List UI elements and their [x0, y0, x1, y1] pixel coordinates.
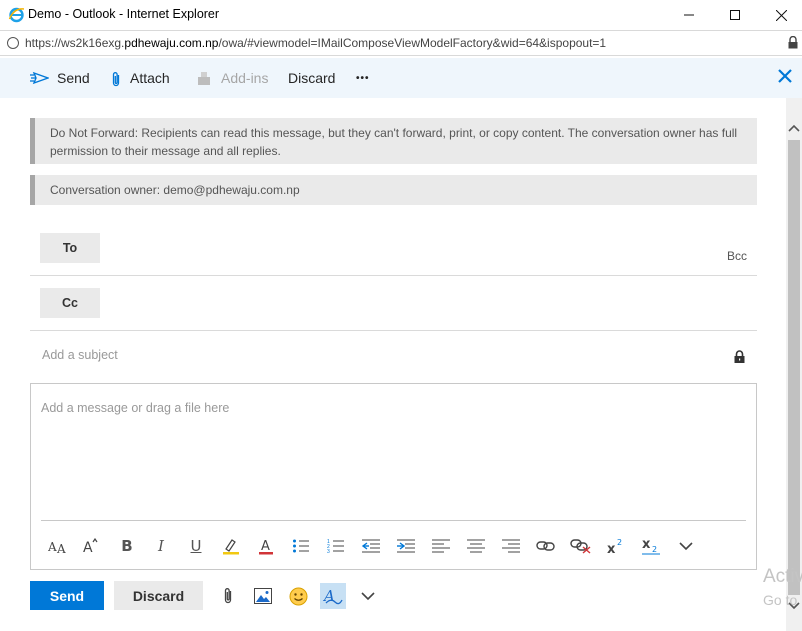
address-url[interactable]: https://ws2k16exg.pdhewaju.com.np/owa/#v… — [25, 36, 606, 50]
send-icon — [30, 71, 49, 85]
attach-command[interactable]: Attach — [110, 58, 170, 98]
subject-row — [30, 331, 757, 383]
numbering-icon[interactable]: 123 — [324, 534, 348, 558]
activation-watermark-line2: Go to — [763, 592, 798, 608]
message-body[interactable]: Add a message or drag a file here AA A B… — [30, 383, 757, 570]
maximize-icon — [730, 10, 740, 20]
svg-text:x: x — [642, 537, 651, 552]
svg-text:A: A — [83, 540, 93, 554]
cc-row[interactable]: Cc — [30, 276, 757, 331]
close-compose-button[interactable] — [778, 69, 792, 88]
command-bar: Send Attach Add-ins Discard ••• — [0, 58, 802, 98]
svg-text:A: A — [56, 542, 66, 554]
secure-lock-icon[interactable] — [788, 35, 798, 54]
window-title: Demo - Outlook - Internet Explorer — [28, 7, 220, 21]
lock-icon — [734, 350, 745, 368]
address-bar[interactable]: https://ws2k16exg.pdhewaju.com.np/owa/#v… — [0, 30, 802, 56]
increase-indent-icon[interactable] — [394, 534, 418, 558]
activation-watermark-line1: Activ — [763, 566, 802, 587]
underline-icon[interactable]: U — [184, 534, 208, 558]
svg-text:A: A — [323, 587, 335, 605]
insert-picture-icon[interactable] — [250, 583, 276, 609]
italic-icon[interactable]: I — [149, 534, 173, 558]
paperclip-icon — [110, 70, 122, 87]
emoji-icon[interactable] — [285, 583, 311, 609]
do-not-forward-notice: Do Not Forward: Recipients can read this… — [30, 118, 757, 164]
scrollbar-thumb[interactable] — [788, 140, 800, 595]
addins-command[interactable]: Add-ins — [196, 58, 268, 98]
message-body-placeholder: Add a message or drag a file here — [41, 401, 230, 415]
align-left-icon[interactable] — [429, 534, 453, 558]
svg-text:A: A — [261, 539, 270, 554]
more-options-command[interactable]: ••• — [356, 58, 370, 98]
page-loading-icon — [7, 37, 19, 49]
more-options-chevron-icon[interactable] — [355, 583, 381, 609]
subject-input[interactable] — [42, 348, 682, 362]
discard-button[interactable]: Discard — [114, 581, 203, 610]
formatting-options-icon[interactable]: A — [320, 583, 346, 609]
grow-font-icon[interactable]: A — [79, 534, 103, 558]
window-title-bar: Demo - Outlook - Internet Explorer — [0, 0, 802, 30]
highlight-icon[interactable] — [219, 534, 243, 558]
minimize-icon — [684, 14, 694, 16]
subscript-icon[interactable]: x2 — [639, 534, 663, 558]
bcc-link[interactable]: Bcc — [727, 249, 747, 263]
more-formatting-chevron-icon[interactable] — [674, 534, 698, 558]
internet-explorer-icon — [8, 6, 25, 23]
format-toolbar-divider — [41, 520, 746, 521]
superscript-icon[interactable]: x2 — [604, 534, 628, 558]
to-button[interactable]: To — [40, 233, 100, 263]
cc-button[interactable]: Cc — [40, 288, 100, 318]
align-right-icon[interactable] — [499, 534, 523, 558]
svg-text:A: A — [48, 540, 57, 554]
svg-text:2: 2 — [652, 545, 657, 554]
conversation-owner-notice: Conversation owner: demo@pdhewaju.com.np — [30, 175, 757, 205]
bullets-icon[interactable] — [289, 534, 313, 558]
insert-link-icon[interactable] — [534, 534, 558, 558]
discard-command[interactable]: Discard — [288, 58, 335, 98]
close-window-button[interactable] — [758, 0, 802, 30]
font-color-icon[interactable]: A — [254, 534, 278, 558]
svg-text:2: 2 — [617, 538, 622, 547]
font-size-icon[interactable]: AA — [46, 534, 70, 558]
maximize-button[interactable] — [712, 0, 758, 30]
scroll-up-arrow-icon[interactable] — [788, 120, 800, 138]
close-x-icon — [778, 69, 792, 83]
svg-text:x: x — [607, 542, 616, 554]
decrease-indent-icon[interactable] — [359, 534, 383, 558]
minimize-button[interactable] — [666, 0, 712, 30]
close-icon — [775, 9, 787, 21]
bold-icon[interactable]: B — [115, 534, 139, 558]
addins-icon — [196, 70, 213, 87]
send-command[interactable]: Send — [30, 58, 90, 98]
to-row[interactable]: To Bcc — [30, 221, 757, 276]
attach-file-paperclip-icon[interactable] — [215, 583, 241, 609]
align-center-icon[interactable] — [464, 534, 488, 558]
send-button[interactable]: Send — [30, 581, 104, 610]
remove-link-icon[interactable] — [569, 534, 593, 558]
svg-text:3: 3 — [327, 549, 330, 554]
